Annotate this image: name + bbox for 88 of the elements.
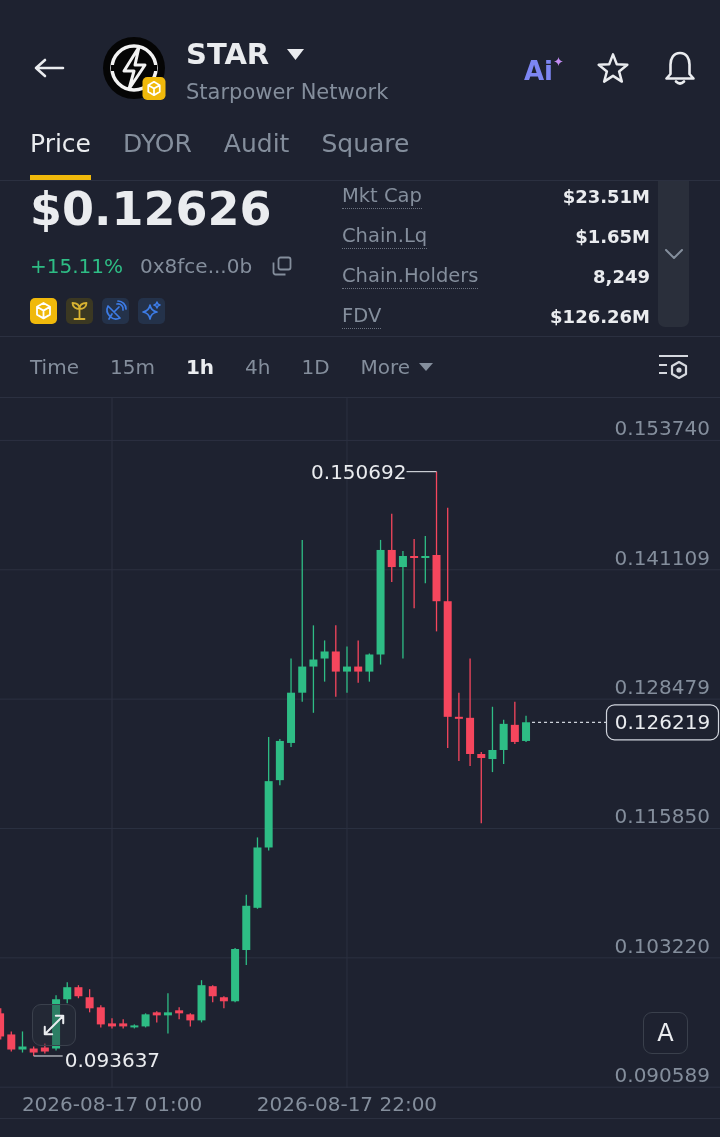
high-price-label: 0.150692	[311, 459, 407, 484]
ai-button[interactable]: Ai	[523, 56, 563, 86]
candlestick	[421, 535, 430, 584]
stat-label: FDV	[342, 303, 382, 329]
candlestick	[343, 645, 351, 694]
candlestick	[96, 1004, 105, 1029]
star-icon[interactable]	[596, 51, 630, 85]
candlestick	[365, 652, 374, 683]
leader-line	[405, 471, 438, 473]
candlestick	[522, 715, 531, 743]
y-axis-label: 0.153740	[614, 416, 710, 441]
more-dropdown[interactable]: More	[360, 353, 434, 381]
candlestick	[7, 1030, 16, 1053]
cube-icon	[30, 298, 57, 324]
caret-down-icon	[419, 363, 434, 371]
x-axis-label: 2026-08-17 22:00	[256, 1092, 438, 1116]
candlestick	[454, 692, 463, 762]
x-axis-label: 2026-08-17 01:00	[21, 1092, 203, 1116]
candlestick	[152, 1010, 161, 1024]
token-name: Starpower Network	[186, 79, 389, 105]
low-price-label: 0.093637	[64, 1048, 161, 1072]
candlestick	[488, 706, 497, 773]
candlestick	[40, 1042, 49, 1055]
tab[interactable]: Price	[30, 120, 91, 180]
candlestick	[387, 513, 396, 583]
sprout-icon	[66, 298, 93, 324]
back-arrow-icon[interactable]	[34, 58, 65, 78]
token-symbol: STAR	[186, 37, 270, 71]
price-change: +15.11%	[30, 254, 124, 278]
contract-address: 0x8fce...0b	[140, 254, 253, 278]
candlestick	[275, 738, 284, 786]
chart-mode-button[interactable]: A	[643, 1012, 688, 1054]
tab[interactable]: Audit	[223, 120, 290, 180]
stat-value: $126.26M	[550, 305, 650, 327]
candlestick	[18, 1030, 27, 1054]
timeframe-tab[interactable]: 4h	[245, 353, 271, 381]
candlestick	[141, 1012, 150, 1029]
tab[interactable]: DYOR	[123, 120, 192, 180]
chart-settings-icon[interactable]	[658, 354, 689, 380]
sparkle-icon	[138, 298, 165, 324]
price-value: $0.12626	[30, 183, 273, 235]
candlestick	[52, 994, 61, 1052]
candlestick	[410, 538, 419, 609]
candlestick	[219, 995, 228, 1009]
candlestick	[499, 719, 508, 765]
expand-button[interactable]	[32, 1004, 76, 1046]
expand-arrows-icon	[42, 1013, 66, 1037]
y-axis-label: 0.103220	[614, 933, 710, 958]
candlestick	[130, 1023, 139, 1030]
candlestick	[85, 988, 94, 1013]
last-price-tag: 0.126219	[605, 704, 720, 741]
timeframe-tab[interactable]: 1h	[185, 353, 215, 381]
satellite-dish-icon	[102, 298, 129, 324]
candlestick	[354, 639, 363, 684]
candlestick	[74, 984, 83, 999]
stat-value: 8,249	[593, 265, 650, 287]
stat-value: $23.51M	[562, 185, 650, 207]
copy-icon[interactable]	[272, 256, 293, 276]
timeframe-tab[interactable]: 15m	[109, 353, 155, 381]
stat-label: Chain.Holders	[342, 263, 479, 289]
candlestick	[186, 1012, 195, 1028]
candlestick	[175, 1006, 184, 1020]
stat-label: Chain.Lq	[342, 223, 428, 249]
y-axis-label: 0.128479	[614, 675, 710, 700]
y-axis-label: 0.115850	[614, 804, 710, 829]
timeframe-tab[interactable]: Time	[30, 353, 79, 381]
candlestick	[29, 1045, 38, 1057]
caret-down-icon[interactable]	[287, 48, 305, 60]
candlestick	[163, 992, 172, 1035]
stat-label: Mkt Cap	[342, 183, 422, 209]
leader-line	[33, 1055, 64, 1057]
bell-icon[interactable]	[663, 50, 697, 86]
tab[interactable]: Square	[321, 120, 410, 180]
candlestick	[0, 1007, 5, 1041]
y-axis-label: 0.141109	[614, 545, 710, 570]
candlestick	[320, 639, 329, 683]
timeframe-tab[interactable]: 1D	[301, 353, 330, 381]
candlestick	[510, 701, 519, 745]
candlestick	[119, 1018, 128, 1030]
candlestick	[197, 979, 206, 1024]
candlestick	[231, 947, 240, 1003]
candlestick	[242, 894, 251, 966]
candlestick	[108, 1017, 116, 1030]
y-axis-label: 0.090589	[614, 1063, 710, 1088]
sparkle-icon	[554, 57, 563, 66]
candlestick	[208, 984, 217, 1003]
stat-value: $1.65M	[575, 225, 650, 247]
candlestick	[63, 981, 72, 1004]
